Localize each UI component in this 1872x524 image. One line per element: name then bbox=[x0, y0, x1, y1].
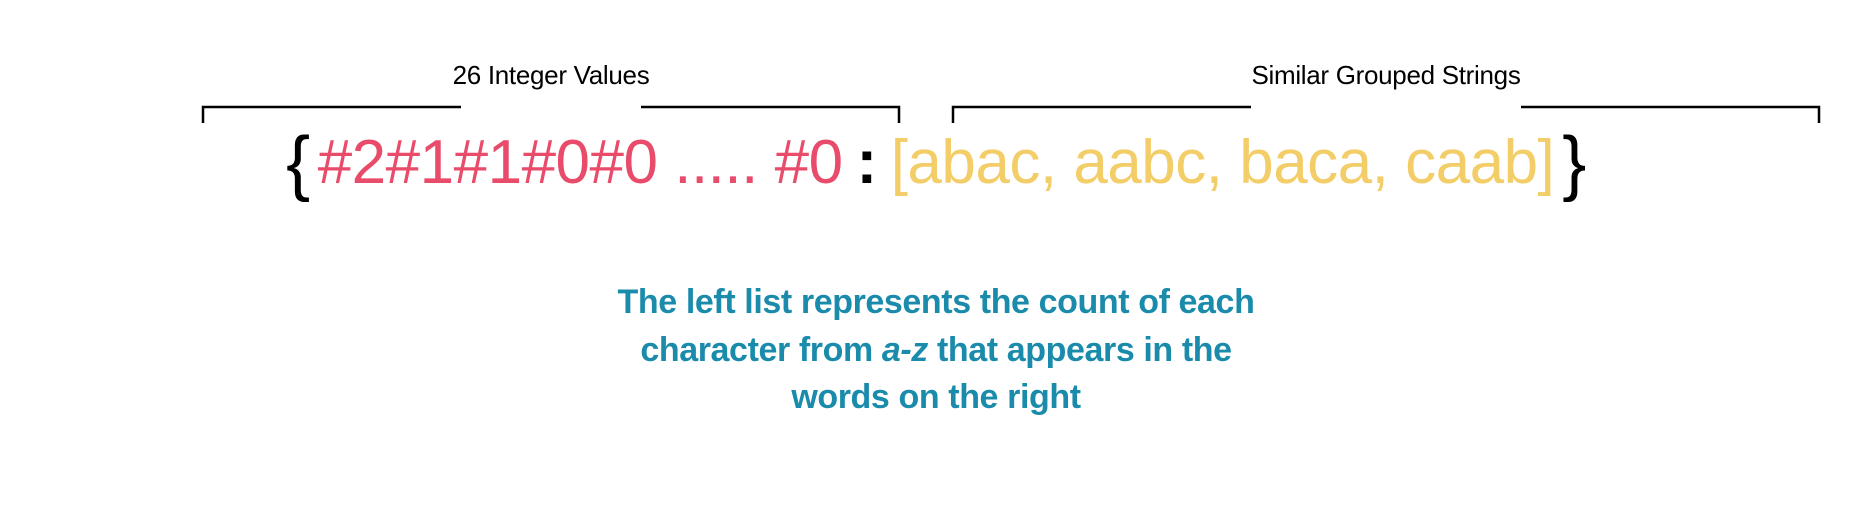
caption-italic: a-z bbox=[882, 331, 928, 369]
open-brace: { bbox=[278, 127, 318, 199]
caption-line3: words on the right bbox=[791, 378, 1080, 416]
colon-separator: : bbox=[843, 132, 891, 194]
close-brace: } bbox=[1554, 127, 1594, 199]
caption-line1: The left list represents the count of ea… bbox=[618, 283, 1255, 321]
expression-row: { #2#1#1#0#0 ..... #0 : [abac, aabc, bac… bbox=[278, 127, 1594, 199]
caption-text: The left list represents the count of ea… bbox=[618, 279, 1255, 422]
right-bracket-icon bbox=[951, 97, 1821, 123]
left-bracket-icon bbox=[201, 97, 901, 123]
diagram-container: 26 Integer Values Similar Grouped String… bbox=[0, 60, 1872, 422]
left-bracket-group: 26 Integer Values bbox=[201, 60, 901, 123]
bracket-labels-row: 26 Integer Values Similar Grouped String… bbox=[51, 60, 1821, 123]
right-bracket-group: Similar Grouped Strings bbox=[951, 60, 1821, 123]
value-text: [abac, aabc, baca, caab] bbox=[891, 132, 1555, 194]
left-bracket-label: 26 Integer Values bbox=[453, 60, 650, 91]
right-bracket-label: Similar Grouped Strings bbox=[1251, 60, 1520, 91]
caption-line2a: character from bbox=[640, 331, 882, 369]
caption-line2b: that appears in the bbox=[928, 331, 1232, 369]
key-text: #2#1#1#0#0 ..... #0 bbox=[318, 132, 843, 194]
